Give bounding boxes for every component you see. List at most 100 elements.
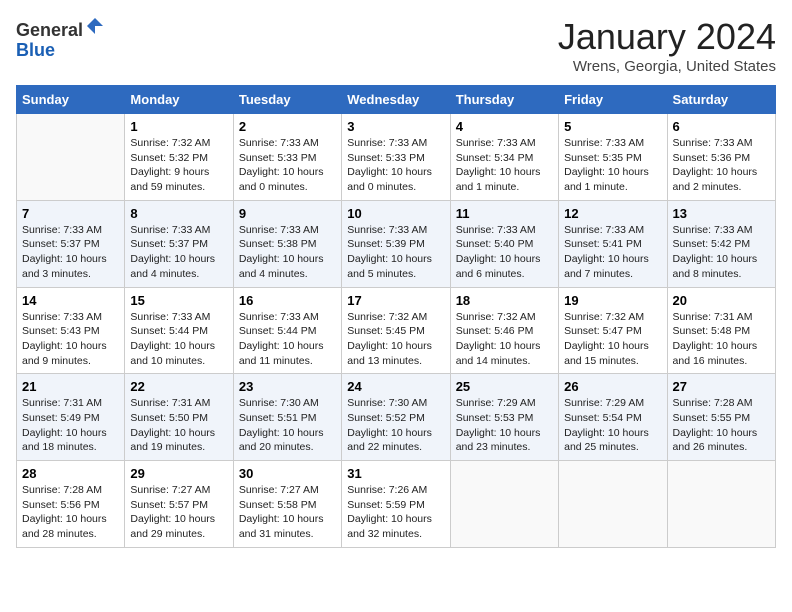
day-detail: Sunrise: 7:26 AM Sunset: 5:59 PM Dayligh… <box>347 483 444 542</box>
day-of-week-header: Tuesday <box>233 86 341 114</box>
calendar-cell: 22 Sunrise: 7:31 AM Sunset: 5:50 PM Dayli… <box>125 374 233 461</box>
title-area: January 2024 Wrens, Georgia, United Stat… <box>558 16 776 75</box>
day-detail: Sunrise: 7:30 AM Sunset: 5:51 PM Dayligh… <box>239 396 336 455</box>
calendar-cell: 14Sunrise: 7:33 AM Sunset: 5:43 PM Dayli… <box>17 287 125 374</box>
calendar-cell <box>559 461 667 548</box>
day-number: 13 <box>673 206 770 221</box>
days-of-week-row: SundayMondayTuesdayWednesdayThursdayFrid… <box>17 86 776 114</box>
day-detail: Sunrise: 7:33 AM Sunset: 5:44 PM Dayligh… <box>130 310 227 369</box>
day-detail: Sunrise: 7:33 AM Sunset: 5:33 PM Dayligh… <box>239 136 336 195</box>
location: Wrens, Georgia, United States <box>558 58 776 75</box>
calendar-cell: 19Sunrise: 7:32 AM Sunset: 5:47 PM Dayli… <box>559 287 667 374</box>
day-detail: Sunrise: 7:31 AM Sunset: 5:50 PM Dayligh… <box>130 396 227 455</box>
day-number: 3 <box>347 119 444 134</box>
day-detail: Sunrise: 7:29 AM Sunset: 5:53 PM Dayligh… <box>456 396 553 455</box>
calendar-cell: 28 Sunrise: 7:28 AM Sunset: 5:56 PM Dayli… <box>17 461 125 548</box>
calendar-cell <box>17 114 125 201</box>
calendar-cell: 31 Sunrise: 7:26 AM Sunset: 5:59 PM Dayli… <box>342 461 450 548</box>
day-detail: Sunrise: 7:32 AM Sunset: 5:46 PM Dayligh… <box>456 310 553 369</box>
day-number: 26 <box>564 379 661 394</box>
calendar-cell: 30 Sunrise: 7:27 AM Sunset: 5:58 PM Dayli… <box>233 461 341 548</box>
calendar-cell: 17 Sunrise: 7:32 AM Sunset: 5:45 PM Dayli… <box>342 287 450 374</box>
logo-general: General <box>16 20 83 40</box>
logo-blue: Blue <box>16 40 55 60</box>
day-of-week-header: Thursday <box>450 86 558 114</box>
day-number: 31 <box>347 466 444 481</box>
day-number: 5 <box>564 119 661 134</box>
day-number: 6 <box>673 119 770 134</box>
calendar-cell: 1 Sunrise: 7:32 AM Sunset: 5:32 PM Daylig… <box>125 114 233 201</box>
day-detail: Sunrise: 7:29 AM Sunset: 5:54 PM Dayligh… <box>564 396 661 455</box>
day-detail: Sunrise: 7:28 AM Sunset: 5:56 PM Dayligh… <box>22 483 119 542</box>
calendar-cell <box>667 461 775 548</box>
calendar-body: 1 Sunrise: 7:32 AM Sunset: 5:32 PM Daylig… <box>17 114 776 548</box>
day-of-week-header: Saturday <box>667 86 775 114</box>
logo: General Blue <box>16 16 105 61</box>
day-detail: Sunrise: 7:33 AM Sunset: 5:36 PM Dayligh… <box>673 136 770 195</box>
day-number: 19 <box>564 293 661 308</box>
day-number: 12 <box>564 206 661 221</box>
day-number: 20 <box>673 293 770 308</box>
day-number: 27 <box>673 379 770 394</box>
day-detail: Sunrise: 7:31 AM Sunset: 5:49 PM Dayligh… <box>22 396 119 455</box>
day-number: 1 <box>130 119 227 134</box>
day-detail: Sunrise: 7:32 AM Sunset: 5:32 PM Dayligh… <box>130 136 227 195</box>
calendar-cell: 25Sunrise: 7:29 AM Sunset: 5:53 PM Dayli… <box>450 374 558 461</box>
calendar-cell: 24Sunrise: 7:30 AM Sunset: 5:52 PM Dayli… <box>342 374 450 461</box>
day-detail: Sunrise: 7:27 AM Sunset: 5:58 PM Dayligh… <box>239 483 336 542</box>
calendar-cell: 23 Sunrise: 7:30 AM Sunset: 5:51 PM Dayli… <box>233 374 341 461</box>
day-number: 11 <box>456 206 553 221</box>
day-number: 21 <box>22 379 119 394</box>
calendar-cell: 21 Sunrise: 7:31 AM Sunset: 5:49 PM Dayli… <box>17 374 125 461</box>
calendar-cell <box>450 461 558 548</box>
header: General Blue January 2024 Wrens, Georgia… <box>16 16 776 75</box>
calendar-week-row: 7 Sunrise: 7:33 AM Sunset: 5:37 PM Daylig… <box>17 200 776 287</box>
day-number: 24 <box>347 379 444 394</box>
day-number: 7 <box>22 206 119 221</box>
day-detail: Sunrise: 7:33 AM Sunset: 5:44 PM Dayligh… <box>239 310 336 369</box>
day-number: 9 <box>239 206 336 221</box>
calendar-cell: 3 Sunrise: 7:33 AM Sunset: 5:33 PM Daylig… <box>342 114 450 201</box>
calendar-cell: 4 Sunrise: 7:33 AM Sunset: 5:34 PM Daylig… <box>450 114 558 201</box>
day-number: 30 <box>239 466 336 481</box>
calendar-week-row: 14Sunrise: 7:33 AM Sunset: 5:43 PM Dayli… <box>17 287 776 374</box>
calendar-cell: 8 Sunrise: 7:33 AM Sunset: 5:37 PM Daylig… <box>125 200 233 287</box>
calendar-cell: 7Sunrise: 7:33 AM Sunset: 5:37 PM Daylig… <box>17 200 125 287</box>
calendar-cell: 26 Sunrise: 7:29 AM Sunset: 5:54 PM Dayli… <box>559 374 667 461</box>
day-detail: Sunrise: 7:33 AM Sunset: 5:33 PM Dayligh… <box>347 136 444 195</box>
day-detail: Sunrise: 7:33 AM Sunset: 5:37 PM Dayligh… <box>130 223 227 282</box>
day-detail: Sunrise: 7:33 AM Sunset: 5:34 PM Dayligh… <box>456 136 553 195</box>
day-of-week-header: Monday <box>125 86 233 114</box>
day-number: 17 <box>347 293 444 308</box>
day-number: 22 <box>130 379 227 394</box>
calendar-table: SundayMondayTuesdayWednesdayThursdayFrid… <box>16 85 776 548</box>
calendar-cell: 18Sunrise: 7:32 AM Sunset: 5:46 PM Dayli… <box>450 287 558 374</box>
day-detail: Sunrise: 7:33 AM Sunset: 5:40 PM Dayligh… <box>456 223 553 282</box>
day-of-week-header: Sunday <box>17 86 125 114</box>
day-number: 8 <box>130 206 227 221</box>
calendar-cell: 9 Sunrise: 7:33 AM Sunset: 5:38 PM Daylig… <box>233 200 341 287</box>
calendar-cell: 2Sunrise: 7:33 AM Sunset: 5:33 PM Daylig… <box>233 114 341 201</box>
day-number: 15 <box>130 293 227 308</box>
calendar-cell: 10 Sunrise: 7:33 AM Sunset: 5:39 PM Dayli… <box>342 200 450 287</box>
calendar-week-row: 21 Sunrise: 7:31 AM Sunset: 5:49 PM Dayli… <box>17 374 776 461</box>
calendar-cell: 29 Sunrise: 7:27 AM Sunset: 5:57 PM Dayli… <box>125 461 233 548</box>
day-detail: Sunrise: 7:33 AM Sunset: 5:42 PM Dayligh… <box>673 223 770 282</box>
day-number: 10 <box>347 206 444 221</box>
calendar-cell: 12Sunrise: 7:33 AM Sunset: 5:41 PM Dayli… <box>559 200 667 287</box>
day-number: 28 <box>22 466 119 481</box>
calendar-week-row: 28 Sunrise: 7:28 AM Sunset: 5:56 PM Dayli… <box>17 461 776 548</box>
calendar-cell: 20Sunrise: 7:31 AM Sunset: 5:48 PM Dayli… <box>667 287 775 374</box>
day-number: 23 <box>239 379 336 394</box>
calendar-cell: 5 Sunrise: 7:33 AM Sunset: 5:35 PM Daylig… <box>559 114 667 201</box>
day-detail: Sunrise: 7:33 AM Sunset: 5:38 PM Dayligh… <box>239 223 336 282</box>
day-number: 29 <box>130 466 227 481</box>
day-detail: Sunrise: 7:27 AM Sunset: 5:57 PM Dayligh… <box>130 483 227 542</box>
calendar-week-row: 1 Sunrise: 7:32 AM Sunset: 5:32 PM Daylig… <box>17 114 776 201</box>
day-detail: Sunrise: 7:33 AM Sunset: 5:39 PM Dayligh… <box>347 223 444 282</box>
day-detail: Sunrise: 7:32 AM Sunset: 5:45 PM Dayligh… <box>347 310 444 369</box>
day-detail: Sunrise: 7:33 AM Sunset: 5:43 PM Dayligh… <box>22 310 119 369</box>
day-detail: Sunrise: 7:33 AM Sunset: 5:35 PM Dayligh… <box>564 136 661 195</box>
day-of-week-header: Friday <box>559 86 667 114</box>
day-number: 4 <box>456 119 553 134</box>
